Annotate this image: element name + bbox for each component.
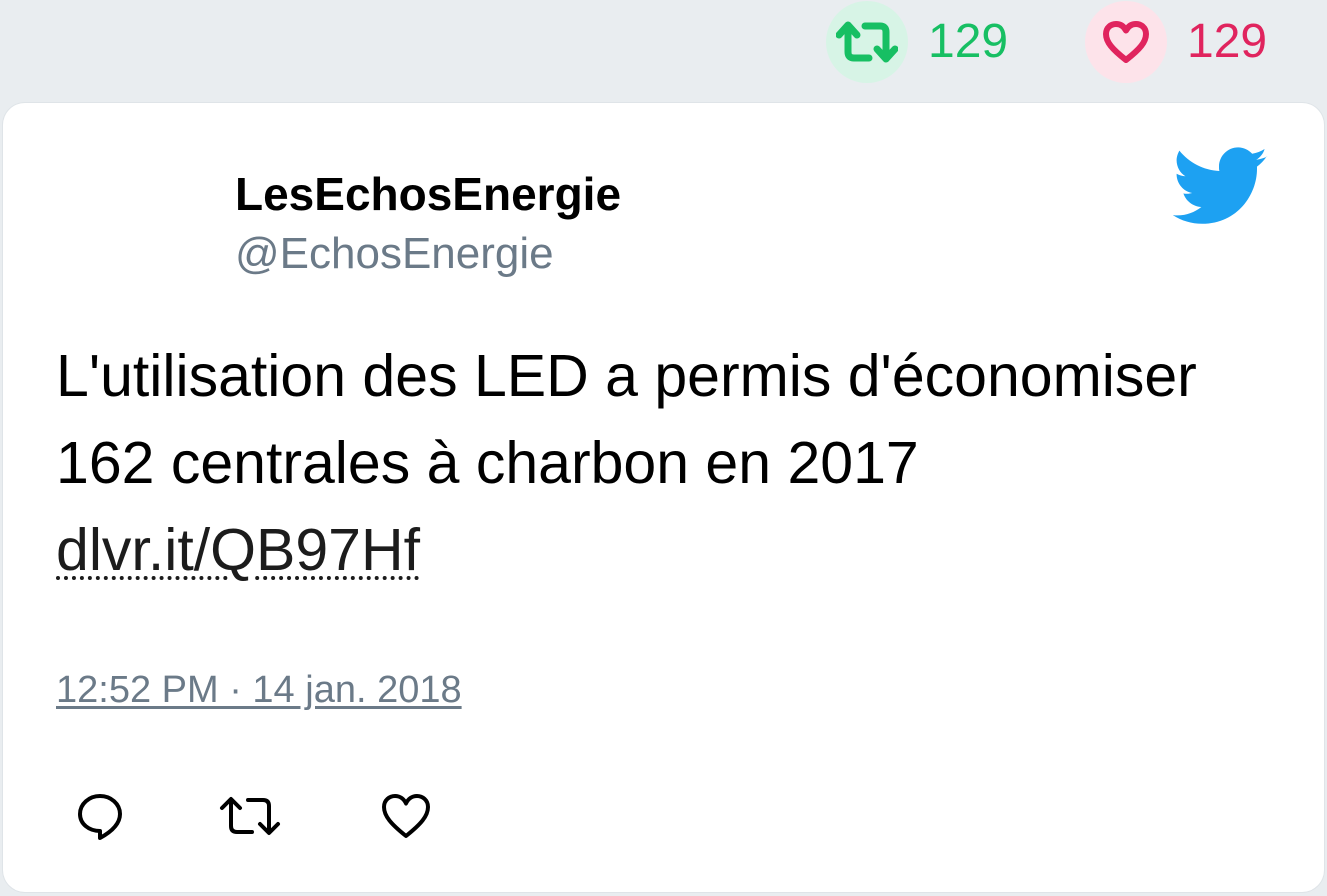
reply-icon (76, 792, 124, 845)
like-button[interactable] (376, 788, 436, 848)
tweet-timestamp[interactable]: 12:52 PM · 14 jan. 2018 (56, 669, 462, 712)
tweet-stats-bar: 129 129 (0, 0, 1327, 90)
like-stat[interactable]: 129 (1085, 0, 1267, 84)
reply-button[interactable] (70, 788, 130, 848)
retweet-stat[interactable]: 129 (826, 0, 1008, 84)
heart-icon[interactable] (1085, 1, 1167, 83)
author-display-name[interactable]: LesEchosEnergie (235, 167, 621, 221)
heart-icon (381, 793, 431, 844)
tweet-text: L'utilisation des LED a permis d'économi… (56, 333, 1276, 594)
retweet-icon[interactable] (826, 1, 908, 83)
tweet-body: L'utilisation des LED a permis d'économi… (56, 343, 1197, 496)
retweet-button[interactable] (220, 788, 280, 848)
retweet-icon (219, 794, 281, 843)
author-handle[interactable]: @EchosEnergie (235, 229, 554, 279)
like-count: 129 (1187, 15, 1268, 68)
twitter-bird-icon[interactable] (1172, 147, 1269, 227)
tweet-card: LesEchosEnergie @EchosEnergie L'utilisat… (3, 103, 1324, 892)
retweet-count: 129 (928, 15, 1009, 68)
tweet-link[interactable]: dlvr.it/QB97Hf (56, 517, 420, 583)
